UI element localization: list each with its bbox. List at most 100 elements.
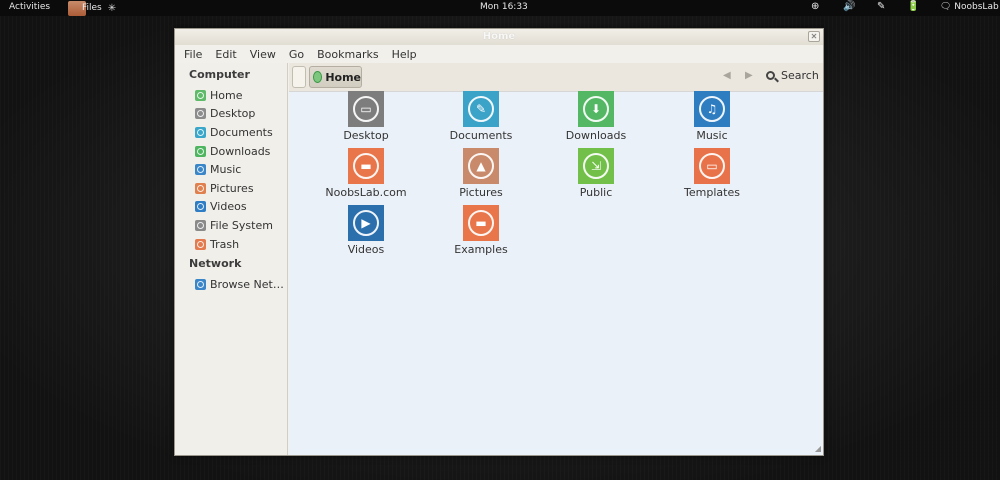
icon-glyph: ▭ xyxy=(699,153,725,179)
file-item-label: Public xyxy=(579,186,613,199)
files-window: Home ✕ File Edit View Go Bookmarks Help Compu… xyxy=(174,28,824,456)
trash-icon xyxy=(195,238,206,250)
file-item-label: NoobsLab.com xyxy=(325,186,407,199)
downloads-icon xyxy=(195,145,206,157)
places-sidebar: Computer Home Desktop Documents Downloads Mu… xyxy=(175,63,288,455)
file-item-public[interactable]: ⇲ Public xyxy=(548,148,644,199)
file-item-label: Templates xyxy=(684,186,740,199)
resize-grip-icon[interactable]: ◢ xyxy=(815,444,821,453)
menubar: File Edit View Go Bookmarks Help xyxy=(175,45,823,63)
home-icon xyxy=(195,89,206,101)
sidebar-item-label: Videos xyxy=(210,200,247,214)
file-item-noobslab-com[interactable]: ▬ NoobsLab.com xyxy=(318,148,414,199)
sidebar-heading-computer: Computer xyxy=(189,68,250,81)
icon-glyph: ▬ xyxy=(353,153,379,179)
user-menu[interactable]: 🗨 NoobsLab xyxy=(940,2,999,12)
icon-glyph: ✎ xyxy=(468,96,494,122)
path-home-label: Home xyxy=(325,70,361,84)
activities-button[interactable]: Activities xyxy=(9,2,50,12)
accessibility-icon[interactable]: ⊕ xyxy=(811,1,819,12)
window-title: Home xyxy=(482,31,516,42)
downloads-icon: ⬇ xyxy=(578,91,614,127)
file-item-label: Music xyxy=(696,129,728,142)
file-item-examples[interactable]: ▬ Examples xyxy=(433,205,529,256)
sidebar-item-pictures[interactable]: Pictures xyxy=(175,179,287,198)
templates-icon: ▭ xyxy=(694,148,730,184)
clock[interactable]: Mon 16:33 xyxy=(480,2,528,12)
network-icon xyxy=(195,279,206,291)
sidebar-item-label: Trash xyxy=(210,237,240,251)
desktop-icon: ▭ xyxy=(348,91,384,127)
videos-icon: ▶ xyxy=(348,205,384,241)
icon-glyph: ▶ xyxy=(353,210,379,236)
file-item-pictures[interactable]: ▲ Pictures xyxy=(433,148,529,199)
documents-icon xyxy=(195,126,206,138)
sidebar-item-downloads[interactable]: Downloads xyxy=(175,142,287,161)
icon-glyph: ▭ xyxy=(353,96,379,122)
top-panel: Activities Files ✳ Mon 16:33 ⊕ 🔊 ✎ 🔋 🗨 N… xyxy=(0,0,1000,16)
file-item-label: Desktop xyxy=(343,129,389,142)
menu-view[interactable]: View xyxy=(250,48,276,61)
menu-go[interactable]: Go xyxy=(289,48,304,61)
icon-glyph: ♫ xyxy=(699,96,725,122)
music-icon: ♫ xyxy=(694,91,730,127)
sidebar-item-label: Home xyxy=(210,88,243,102)
sidebar-item-music[interactable]: Music xyxy=(175,160,287,179)
pictures-icon: ▲ xyxy=(463,148,499,184)
search-label: Search xyxy=(781,69,819,82)
sidebar-item-documents[interactable]: Documents xyxy=(175,123,287,142)
sidebar-heading-network: Network xyxy=(189,257,242,271)
file-item-label: Downloads xyxy=(565,129,627,142)
app-menu-label: Files xyxy=(82,3,102,13)
close-button[interactable]: ✕ xyxy=(808,31,820,42)
volume-icon[interactable]: 🔊 xyxy=(843,1,855,12)
documents-icon: ✎ xyxy=(463,91,499,127)
app-menu[interactable]: Files ✳ xyxy=(68,0,116,16)
icon-glyph: ⇲ xyxy=(583,153,609,179)
window-titlebar[interactable]: Home ✕ xyxy=(175,29,823,45)
videos-icon xyxy=(195,201,206,213)
home-icon xyxy=(313,71,323,83)
sidebar-item-videos[interactable]: Videos xyxy=(175,198,287,217)
sidebar-item-label: Downloads xyxy=(210,144,271,158)
network-indicator-icon[interactable]: ✎ xyxy=(877,1,885,12)
file-item-desktop[interactable]: ▭ Desktop xyxy=(318,91,414,142)
folder-icon: ▬ xyxy=(348,148,384,184)
file-item-label: Pictures xyxy=(459,186,503,199)
sidebar-item-desktop[interactable]: Desktop xyxy=(175,105,287,124)
examples-link-icon: ▬ xyxy=(463,205,499,241)
file-item-videos[interactable]: ▶ Videos xyxy=(318,205,414,256)
file-item-templates[interactable]: ▭ Templates xyxy=(664,148,760,199)
sidebar-item-label: Documents xyxy=(210,125,273,139)
menu-bookmarks[interactable]: Bookmarks xyxy=(317,48,378,61)
icon-glyph: ▬ xyxy=(468,210,494,236)
search-button[interactable]: Search xyxy=(766,69,819,82)
sidebar-item-label: Browse Net… xyxy=(210,278,284,292)
icon-glyph: ⬇ xyxy=(583,96,609,122)
icon-glyph: ▲ xyxy=(468,153,494,179)
file-item-documents[interactable]: ✎ Documents xyxy=(433,91,529,142)
sidebar-item-label: Pictures xyxy=(210,181,254,195)
loading-spinner-icon: ✳ xyxy=(107,2,117,14)
menu-file[interactable]: File xyxy=(184,48,202,61)
file-item-label: Videos xyxy=(347,243,385,256)
path-home-button[interactable]: Home xyxy=(309,66,362,88)
public-icon: ⇲ xyxy=(578,148,614,184)
sidebar-item-file-system[interactable]: File System xyxy=(175,216,287,235)
sidebar-item-trash[interactable]: Trash xyxy=(175,235,287,254)
file-item-downloads[interactable]: ⬇ Downloads xyxy=(548,91,644,142)
sidebar-item-label: Music xyxy=(210,163,242,177)
path-bar-left-button[interactable] xyxy=(292,66,306,88)
sidebar-item-home[interactable]: Home xyxy=(175,86,287,105)
back-button[interactable]: ◀ xyxy=(723,70,731,81)
battery-icon[interactable]: 🔋 xyxy=(907,1,919,12)
sidebar-item-browse-net[interactable]: Browse Net… xyxy=(175,275,287,294)
location-toolbar: Home ◀ ▶ Search xyxy=(289,63,823,91)
menu-edit[interactable]: Edit xyxy=(215,48,236,61)
music-icon xyxy=(195,164,206,176)
file-view[interactable]: ▭ Desktop ✎ Documents ⬇ Downloads ♫ Music ▬ Noobs… xyxy=(289,91,823,455)
filesystem-icon xyxy=(195,219,206,231)
menu-help[interactable]: Help xyxy=(392,48,417,61)
forward-button[interactable]: ▶ xyxy=(745,70,753,81)
file-item-music[interactable]: ♫ Music xyxy=(664,91,760,142)
